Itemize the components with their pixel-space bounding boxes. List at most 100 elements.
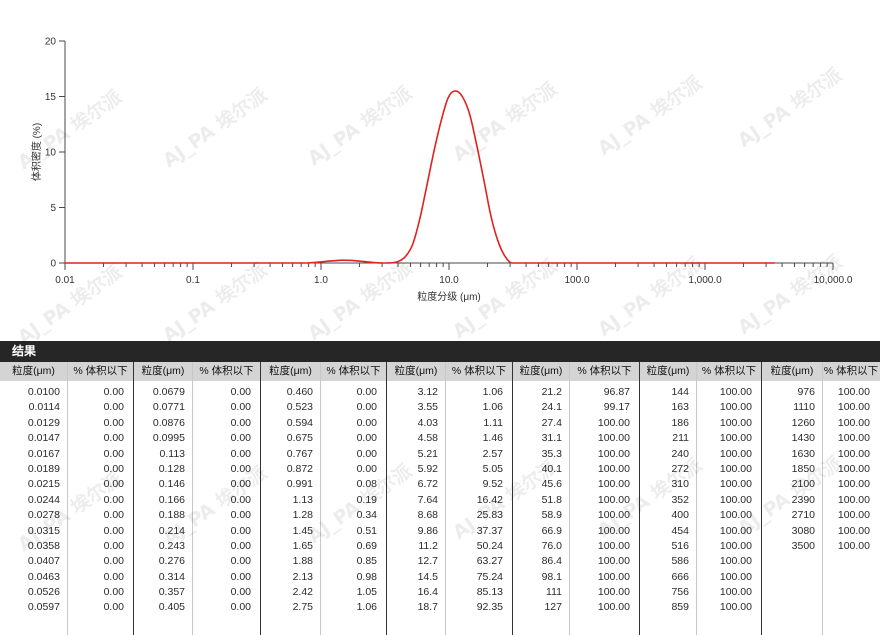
table-row: 0.523 0.00 bbox=[261, 400, 386, 415]
column-group-body: 21.2 96.87 24.1 99.17 27.4 100.00 31.1 100.00 35… bbox=[513, 381, 639, 616]
cumulative-volume-cell: 100.00 bbox=[719, 416, 752, 429]
column-header-size: 粒度(μm) bbox=[646, 365, 690, 377]
particle-size-cell: 454 bbox=[671, 524, 689, 537]
x-tick-label: 10.0 bbox=[439, 275, 459, 286]
x-tick-label: 1,000.0 bbox=[688, 275, 722, 286]
table-row: 0.0167 0.00 bbox=[0, 447, 133, 462]
cumulative-volume-cell: 0.00 bbox=[230, 386, 251, 398]
x-tick-label: 0.01 bbox=[55, 275, 75, 286]
results-panel: 结果 粒度(μm) % 体积以下 0.0100 0.00 0.0114 0.00 0.012… bbox=[0, 341, 880, 635]
table-row: 4.58 1.46 bbox=[387, 431, 512, 446]
table-row: 0.0114 0.00 bbox=[0, 400, 133, 415]
table-row: 58.9 100.00 bbox=[513, 508, 639, 523]
particle-size-cell: 0.188 bbox=[158, 509, 185, 522]
cumulative-volume-cell: 0.00 bbox=[230, 493, 251, 506]
particle-size-cell: 0.243 bbox=[158, 539, 185, 552]
particle-size-cell: 186 bbox=[671, 416, 689, 429]
particle-size-cell: 1110 bbox=[793, 401, 815, 414]
column-group: 粒度(μm)% 体积以下 0.0679 0.00 0.0771 0.00 0.0876 0.… bbox=[134, 362, 261, 635]
cumulative-volume-cell: 0.08 bbox=[356, 478, 377, 491]
table-row: 86.4 100.00 bbox=[513, 554, 639, 569]
particle-size-cell: 272 bbox=[671, 462, 689, 475]
cumulative-volume-cell: 100.00 bbox=[719, 586, 752, 599]
table-row: 240 100.00 bbox=[640, 447, 761, 462]
particle-size-cell: 0.594 bbox=[286, 416, 313, 429]
particle-size-cell: 5.21 bbox=[417, 447, 438, 460]
table-row: 0.0315 0.00 bbox=[0, 524, 133, 539]
particle-size-cell: 0.0100 bbox=[27, 386, 60, 398]
cumulative-volume-cell: 100.00 bbox=[597, 586, 630, 599]
cumulative-volume-cell: 1.05 bbox=[356, 586, 377, 599]
particle-size-cell: 0.146 bbox=[158, 478, 185, 491]
cumulative-volume-cell: 100.00 bbox=[597, 570, 630, 583]
table-row: 0.767 0.00 bbox=[261, 447, 386, 462]
column-group-body: 144 100.00 163 100.00 186 100.00 211 100.00 240 1… bbox=[640, 381, 761, 616]
cumulative-volume-cell: 0.00 bbox=[230, 601, 251, 614]
particle-size-cell: 0.276 bbox=[158, 555, 185, 568]
cumulative-volume-cell: 0.00 bbox=[103, 478, 124, 491]
cumulative-volume-cell: 1.11 bbox=[483, 416, 503, 429]
cumulative-volume-cell: 0.00 bbox=[103, 601, 124, 614]
table-row: 45.6 100.00 bbox=[513, 477, 639, 492]
particle-size-cell: 2390 bbox=[791, 493, 815, 506]
particle-size-cell: 14.5 bbox=[417, 570, 438, 583]
cumulative-volume-cell: 1.46 bbox=[482, 432, 503, 445]
cumulative-volume-cell: 100.00 bbox=[597, 462, 630, 475]
table-row: 1630 100.00 bbox=[762, 447, 880, 462]
cumulative-volume-cell: 100.00 bbox=[719, 386, 752, 398]
particle-size-cell: 2.75 bbox=[292, 601, 313, 614]
column-group-body: 976 100.00 1110 100.00 1260 100.00 1430 100.00 1… bbox=[762, 381, 880, 554]
cumulative-volume-cell: 100.00 bbox=[597, 509, 630, 522]
particle-size-cell: 2.42 bbox=[292, 586, 313, 599]
table-row: 14.5 75.24 bbox=[387, 570, 512, 585]
table-row: 400 100.00 bbox=[640, 508, 761, 523]
cumulative-volume-cell: 0.00 bbox=[230, 432, 251, 445]
particle-size-cell: 0.0167 bbox=[27, 447, 60, 460]
table-row: 3500 100.00 bbox=[762, 539, 880, 554]
table-row: 0.460 0.00 bbox=[261, 385, 386, 400]
table-row: 0.113 0.00 bbox=[134, 447, 260, 462]
y-tick-label: 5 bbox=[50, 203, 56, 214]
report-page: 粒度分级 (μm) 体积密度 (%) 0 5 10 15 20 0.01 0.1 1.0 10.… bbox=[0, 0, 880, 635]
table-row: 1110 100.00 bbox=[762, 400, 880, 415]
column-group: 粒度(μm) % 体积以下 3.12 1.06 3.55 1.06 4.03 1.11 4.58… bbox=[387, 362, 513, 635]
table-row: 11.2 50.24 bbox=[387, 539, 512, 554]
cumulative-volume-cell: 100.00 bbox=[597, 432, 630, 445]
x-tick-label: 1.0 bbox=[314, 275, 328, 286]
table-row: 454 100.00 bbox=[640, 524, 761, 539]
table-row: 756 100.00 bbox=[640, 585, 761, 600]
table-row: 51.8 100.00 bbox=[513, 493, 639, 508]
table-row: 0.243 0.00 bbox=[134, 539, 260, 554]
particle-size-cell: 1850 bbox=[791, 462, 815, 475]
column-group: 粒度(μm)% 体积以下 0.460 0.00 0.523 0.00 0.594 0.00 0… bbox=[261, 362, 387, 635]
cumulative-volume-cell: 0.00 bbox=[230, 539, 251, 552]
cumulative-volume-cell: 100.00 bbox=[837, 386, 870, 398]
particle-size-cell: 0.0463 bbox=[27, 570, 60, 583]
column-header-size: 粒度(μm) bbox=[12, 365, 55, 377]
table-row: 2.42 1.05 bbox=[261, 585, 386, 600]
x-tick-label: 100.0 bbox=[564, 275, 589, 286]
volume-density-line bbox=[65, 90, 775, 264]
table-row: 9.86 37.37 bbox=[387, 524, 512, 539]
table-row: 163 100.00 bbox=[640, 400, 761, 415]
particle-size-cell: 144 bbox=[671, 386, 689, 398]
particle-size-cell: 0.0114 bbox=[28, 401, 60, 414]
cumulative-volume-cell: 100.00 bbox=[719, 570, 752, 583]
column-header-size: 粒度(μm) bbox=[519, 365, 563, 377]
table-row: 0.0771 0.00 bbox=[134, 400, 260, 415]
table-row: 127 100.00 bbox=[513, 600, 639, 615]
cumulative-volume-cell: 0.00 bbox=[230, 586, 251, 599]
particle-size-cell: 21.2 bbox=[541, 386, 562, 398]
column-group-body: 0.0679 0.00 0.0771 0.00 0.0876 0.00 0.0995 0.00… bbox=[134, 381, 260, 616]
cumulative-volume-cell: 100.00 bbox=[597, 416, 630, 429]
cumulative-volume-cell: 100.00 bbox=[719, 493, 752, 506]
table-row: 76.0 100.00 bbox=[513, 539, 639, 554]
particle-size-cell: 0.523 bbox=[286, 401, 313, 414]
table-row: 186 100.00 bbox=[640, 416, 761, 431]
column-header-size: 粒度(μm) bbox=[269, 365, 312, 377]
table-row: 0.675 0.00 bbox=[261, 431, 386, 446]
cumulative-volume-cell: 0.00 bbox=[230, 416, 251, 429]
particle-size-cell: 1.88 bbox=[292, 555, 313, 568]
cumulative-volume-cell: 0.00 bbox=[230, 478, 251, 491]
particle-size-cell: 0.0215 bbox=[27, 478, 60, 491]
